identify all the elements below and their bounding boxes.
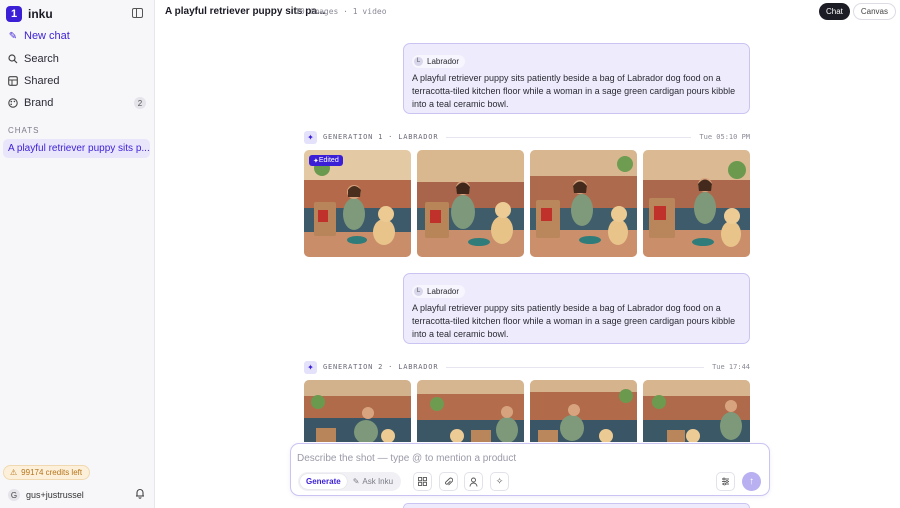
- view-toggle: Chat Canvas: [818, 3, 896, 20]
- prompt-text: A playful retriever puppy sits patiently…: [412, 302, 736, 339]
- shared-icon: [8, 76, 18, 86]
- generated-image: [304, 380, 411, 442]
- chip-label: Labrador: [427, 286, 460, 296]
- edited-label: Edited: [318, 157, 339, 164]
- image-tile[interactable]: [304, 380, 411, 442]
- chat-item-active[interactable]: A playful retriever puppy sits p...: [3, 139, 150, 158]
- generated-image: [530, 150, 637, 257]
- product-chip[interactable]: L Labrador: [412, 54, 466, 68]
- avatar: G: [8, 489, 20, 501]
- send-arrow-icon[interactable]: ↑: [742, 472, 761, 491]
- user-name: gus+justrussel: [26, 490, 84, 500]
- generation-header: ✦ GENERATION 2 · LABRADOR Tue 17:44: [304, 360, 750, 374]
- edited-badge: ✦ Edited: [309, 155, 343, 166]
- search-nav-item[interactable]: Search: [8, 50, 148, 68]
- chip-label: Labrador: [427, 56, 460, 66]
- generated-image: [304, 150, 411, 257]
- generation-label: GENERATION 2 · LABRADOR: [323, 363, 439, 371]
- new-chat-button[interactable]: ✎ New chat: [8, 27, 148, 45]
- generate-mode-button[interactable]: Generate: [300, 474, 347, 489]
- divider: [446, 136, 692, 138]
- product-chip[interactable]: L Labrador: [412, 284, 466, 298]
- image-tile[interactable]: [530, 150, 637, 257]
- pencil-square-icon: ✎: [8, 30, 18, 42]
- brand-nav-item[interactable]: Brand 2: [8, 94, 148, 112]
- paperclip-icon[interactable]: [439, 472, 458, 491]
- image-tile[interactable]: ✦ Edited: [304, 150, 411, 257]
- shared-label: Shared: [24, 75, 60, 87]
- image-tile[interactable]: [530, 380, 637, 442]
- prompt-card-peek: [403, 503, 750, 508]
- sliders-icon[interactable]: [716, 472, 735, 491]
- sidebar: 1 inku ✎ New chat Search Shared Brand 2 …: [0, 0, 155, 508]
- inku-logo-icon[interactable]: 1: [6, 5, 22, 22]
- ask-inku-mode-button[interactable]: ✎ Ask Inku: [347, 474, 399, 489]
- bell-icon[interactable]: [135, 488, 145, 502]
- prompt-text: A playful retriever puppy sits patiently…: [412, 72, 736, 109]
- generated-image: [417, 150, 524, 257]
- prompt-card: L Labrador A playful retriever puppy sit…: [403, 273, 750, 344]
- person-icon[interactable]: [464, 472, 483, 491]
- palette-icon: [8, 98, 18, 108]
- canvas-view-button[interactable]: Canvas: [852, 3, 896, 20]
- divider: [446, 366, 705, 368]
- credits-badge[interactable]: ⚠ 99174 credits left: [3, 465, 91, 480]
- generated-image: [643, 380, 750, 442]
- composer: Generate ✎ Ask Inku ✧ ↑: [290, 443, 770, 496]
- brand-label: Brand: [24, 97, 54, 109]
- generation-time: Tue 17:44: [712, 363, 750, 371]
- generated-image: [417, 380, 524, 442]
- generation-time: Tue 05:10 PM: [699, 133, 750, 141]
- grid-icon[interactable]: [413, 472, 432, 491]
- magic-wand-icon[interactable]: ✧: [490, 472, 509, 491]
- sidebar-toggle-icon[interactable]: [132, 8, 143, 18]
- chip-initial: L: [414, 56, 423, 66]
- prompt-input[interactable]: [297, 450, 737, 466]
- brand-count-badge: 2: [134, 97, 146, 109]
- warning-icon: ⚠: [10, 468, 18, 477]
- prompt-card: L Labrador A playful retriever puppy sit…: [403, 43, 750, 114]
- logo-row: 1 inku: [6, 5, 148, 22]
- image-tile[interactable]: [643, 380, 750, 442]
- search-label: Search: [24, 53, 59, 65]
- ask-inku-label: Ask Inku: [362, 477, 394, 486]
- sparkle-icon: ✦: [304, 360, 317, 374]
- generated-image: [643, 150, 750, 257]
- pencil-icon: ✎: [352, 477, 360, 486]
- asset-count: 20 images · 1 video: [295, 7, 387, 16]
- search-icon: [8, 54, 18, 64]
- generation-header: ✦ GENERATION 1 · LABRADOR Tue 05:10 PM: [304, 130, 750, 144]
- image-tile[interactable]: [417, 150, 524, 257]
- chats-section-label: CHATS: [8, 126, 40, 135]
- user-row[interactable]: G gus+justrussel: [8, 488, 148, 502]
- new-chat-label: New chat: [24, 30, 70, 42]
- image-tile[interactable]: [643, 150, 750, 257]
- shared-nav-item[interactable]: Shared: [8, 72, 148, 90]
- generation-label: GENERATION 1 · LABRADOR: [323, 133, 439, 141]
- chat-view-button[interactable]: Chat: [818, 3, 850, 20]
- credits-text: 99174 credits left: [21, 468, 83, 477]
- chip-initial: L: [414, 286, 423, 296]
- sparkle-icon: ✦: [304, 130, 317, 144]
- image-tile[interactable]: [417, 380, 524, 442]
- app-name: inku: [28, 6, 53, 21]
- generated-image: [530, 380, 637, 442]
- mode-switch: Generate ✎ Ask Inku: [298, 472, 402, 491]
